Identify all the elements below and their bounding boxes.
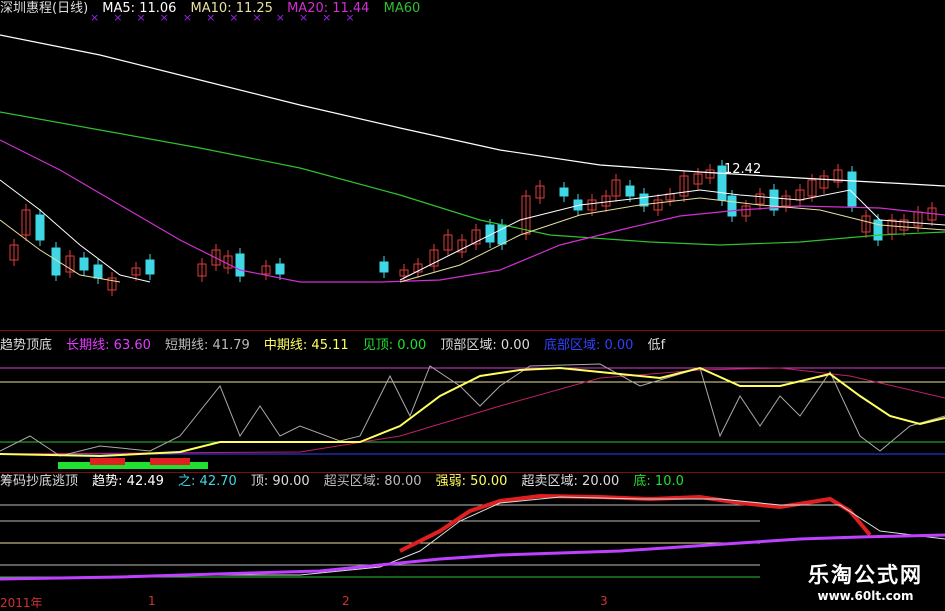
candle-body [559,187,569,197]
high-price-annotation: 12.42 [724,162,761,177]
ind2-di: 底: 10.0 [633,474,684,489]
chip-indicator-chart[interactable] [0,491,945,593]
ma60-label: MA60 [383,1,421,16]
ind1-long: 长期线: 63.60 [66,338,151,353]
trend-indicator-chart[interactable] [0,356,945,472]
ma60-line [0,34,945,187]
ind2-oversell: 超卖区域: 20.00 [521,474,620,489]
ind2-trend: 趋势: 42.49 [92,474,164,489]
ma5-line-b [399,189,945,281]
indicator2-legend: 筹码抄底逃顶 趋势: 42.49 之: 42.70 顶: 90.00 超买区域:… [0,473,694,491]
ind2-name: 筹码抄底逃顶 [0,474,79,489]
candle-body [873,219,883,241]
candle-body [35,214,45,241]
candle-body [93,264,103,279]
axis-year: 2011年 [0,596,43,610]
axis-month-1: 1 [148,594,156,608]
candles [9,160,937,296]
candle-body [275,263,285,275]
strength-line [0,533,945,581]
watermark-name: 乐淘公式网 [808,563,923,587]
ind2-zhi: 之: 42.70 [178,474,237,489]
candle-body [847,171,857,207]
ind1-name: 趋势顶底 [0,338,53,353]
ma10-line-c [399,197,945,283]
ind2-ding: 顶: 90.00 [250,474,310,489]
ind1-low: 低f [647,338,666,353]
time-axis: 2011年 1 2 3 [0,594,945,610]
candle-body [625,185,635,197]
ind1-short: 短期线: 41.79 [165,338,250,353]
ind2-strength: 强弱: 50.00 [435,474,508,489]
ind2-overbuy: 超买区域: 80.00 [323,474,422,489]
stock-title: 深圳惠程(日线) [0,1,89,16]
ind1-mid: 中期线: 45.11 [263,338,349,353]
panel-separator [0,330,945,331]
ind1-bottom-zone: 底部区域: 0.00 [544,338,634,353]
candle-body [727,195,737,217]
watermark-url: www.60lt.com [817,589,914,603]
watermark: 乐淘公式网 www.60lt.com [808,559,923,603]
indicator1-legend: 趋势顶底 长期线: 63.60 短期线: 41.79 中期线: 45.11 见顶… [0,337,675,355]
axis-month-3: 3 [600,594,608,608]
candle-body [235,253,245,277]
candle-body [79,257,89,271]
candle-body [379,261,389,273]
price-chart[interactable]: 12.42 [0,20,945,330]
axis-month-2: 2 [342,594,350,608]
ind1-top-zone: 顶部区域: 0.00 [440,338,530,353]
ind1-top: 见顶: 0.00 [362,338,427,353]
ma10-line [0,139,945,283]
candle-body [145,259,155,275]
